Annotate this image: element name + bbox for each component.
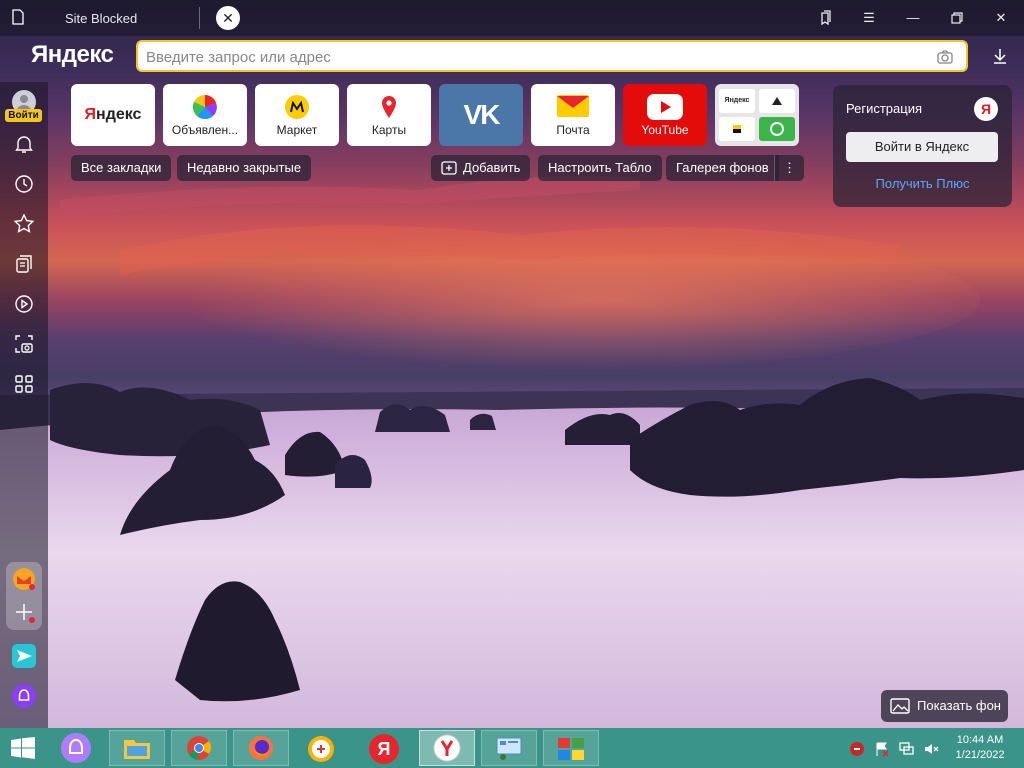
camera-search-icon[interactable]	[936, 48, 954, 66]
apps-icon[interactable]	[12, 372, 36, 396]
mini-tile-yandex: Яндекс	[719, 89, 755, 113]
control-panel-icon	[496, 737, 522, 760]
show-background-label: Показать фон	[917, 698, 1001, 713]
more-options-button[interactable]: ⋮	[774, 155, 804, 181]
restore-icon[interactable]	[946, 7, 968, 29]
play-icon[interactable]	[12, 292, 36, 316]
file-explorer-icon	[124, 740, 150, 759]
download-icon[interactable]	[990, 46, 1010, 66]
yandex-browser-icon	[433, 734, 461, 762]
mini-tile-4-icon	[770, 122, 784, 136]
start-icon[interactable]	[10, 737, 36, 759]
taskbar-chrome[interactable]	[171, 730, 227, 766]
image-icon	[890, 698, 910, 714]
close-window-icon[interactable]: ✕	[990, 7, 1012, 29]
send-icon[interactable]	[12, 644, 36, 668]
star-icon[interactable]	[12, 212, 36, 236]
clock-date: 1/21/2022	[955, 749, 1005, 761]
tile-youtube[interactable]: YouTube	[623, 84, 707, 146]
mini-tile-4	[759, 117, 795, 141]
tile-ads[interactable]: Объявлен...	[163, 84, 247, 146]
add-button[interactable]: Добавить	[431, 155, 531, 181]
youtube-icon	[647, 94, 683, 120]
search-input[interactable]	[146, 47, 906, 67]
tile-label: YouTube	[641, 123, 689, 137]
tile-vk[interactable]: VK	[439, 84, 523, 146]
login-badge[interactable]: Войти	[5, 109, 42, 122]
add-tile-icon	[441, 161, 457, 175]
vk-icon: VK	[463, 99, 501, 130]
gallery-button[interactable]: Галерея фонов	[666, 155, 779, 181]
mini-tile-label: Яндекс	[724, 97, 750, 104]
bell-icon[interactable]	[12, 132, 36, 156]
volume-muted-icon[interactable]	[923, 741, 939, 757]
taskbar-file-explorer[interactable]	[109, 730, 165, 766]
taskbar-yandex-browser[interactable]	[419, 730, 475, 766]
history-icon[interactable]	[12, 172, 36, 196]
map-pin-icon	[382, 96, 396, 118]
alice-icon[interactable]	[60, 732, 92, 764]
collections-icon[interactable]	[814, 7, 836, 29]
tile-market[interactable]: Маркет	[255, 84, 339, 146]
menu-icon[interactable]: ☰	[858, 7, 880, 29]
browser-icon[interactable]	[307, 735, 335, 763]
document-icon	[12, 9, 24, 25]
tile-yandex[interactable]: Яндекс	[71, 84, 155, 146]
add-icon[interactable]	[12, 600, 36, 624]
pinwheel-icon	[192, 95, 217, 120]
mail-icon[interactable]	[12, 567, 36, 591]
clock[interactable]: 10:44 AM 1/21/2022	[948, 733, 1012, 763]
collections-icon[interactable]	[12, 252, 36, 276]
sidebar: Войти	[0, 82, 48, 728]
add-button-label: Добавить	[463, 160, 521, 175]
tile-label: Маркет	[276, 123, 318, 137]
show-background-button[interactable]: Показать фон	[881, 690, 1008, 722]
tile-yandex-logo: Яндекс	[84, 106, 142, 123]
minimize-icon[interactable]: —	[902, 7, 924, 29]
taskbar-firefox[interactable]	[233, 730, 289, 766]
tab-title[interactable]: Site Blocked	[65, 11, 137, 26]
recently-closed-button[interactable]: Недавно закрытые	[177, 155, 312, 181]
winrar-icon	[558, 738, 584, 760]
yandex-icon[interactable]: Я	[369, 734, 399, 764]
network-tray-icon[interactable]	[898, 741, 916, 757]
get-plus-link[interactable]: Получить Плюс	[833, 176, 1012, 191]
market-icon	[285, 95, 309, 119]
account-panel: Регистрация Я Войти в Яндекс Получить Пл…	[833, 85, 1012, 207]
yandex-icon: Я	[974, 97, 998, 121]
taskbar-control-panel[interactable]	[481, 730, 537, 766]
mini-tile-3-icon	[733, 125, 741, 133]
firefox-icon	[249, 736, 273, 760]
flag-tray-icon[interactable]	[874, 741, 890, 757]
mini-tile-3	[719, 117, 755, 141]
tile-maps[interactable]: Карты	[347, 84, 431, 146]
yandex-logo[interactable]: Яндекс	[31, 41, 114, 69]
mini-tile-2	[759, 89, 795, 113]
taskbar-winrar[interactable]	[543, 730, 599, 766]
tile-group[interactable]: Яндекс	[715, 84, 799, 146]
close-icon[interactable]: ✕	[216, 6, 240, 30]
tile-label: Карты	[371, 123, 407, 137]
configure-board-button[interactable]: Настроить Табло	[538, 155, 662, 181]
mini-tile-2-icon	[772, 97, 782, 105]
title-bar: Site Blocked ✕ ☰ — ✕	[0, 0, 1024, 36]
tile-label: Объявлен...	[171, 123, 239, 137]
screenshot-icon[interactable]	[12, 332, 36, 356]
tile-label: Почта	[556, 123, 590, 137]
clock-time: 10:44 AM	[956, 734, 1004, 746]
address-bar[interactable]	[136, 40, 968, 72]
tile-mail[interactable]: Почта	[531, 84, 615, 146]
all-bookmarks-button[interactable]: Все закладки	[71, 155, 172, 181]
chrome-icon	[187, 736, 212, 760]
security-tray-icon[interactable]	[849, 741, 865, 757]
mail-envelope-icon	[557, 95, 589, 117]
panel-title: Регистрация	[846, 101, 922, 116]
login-button[interactable]: Войти в Яндекс	[846, 132, 998, 162]
tab-divider	[199, 7, 200, 29]
yandex-letter: Я	[84, 106, 97, 123]
taskbar: Я 10:44 AM 1/21/2022	[0, 728, 1024, 768]
alice-icon[interactable]	[12, 684, 36, 708]
